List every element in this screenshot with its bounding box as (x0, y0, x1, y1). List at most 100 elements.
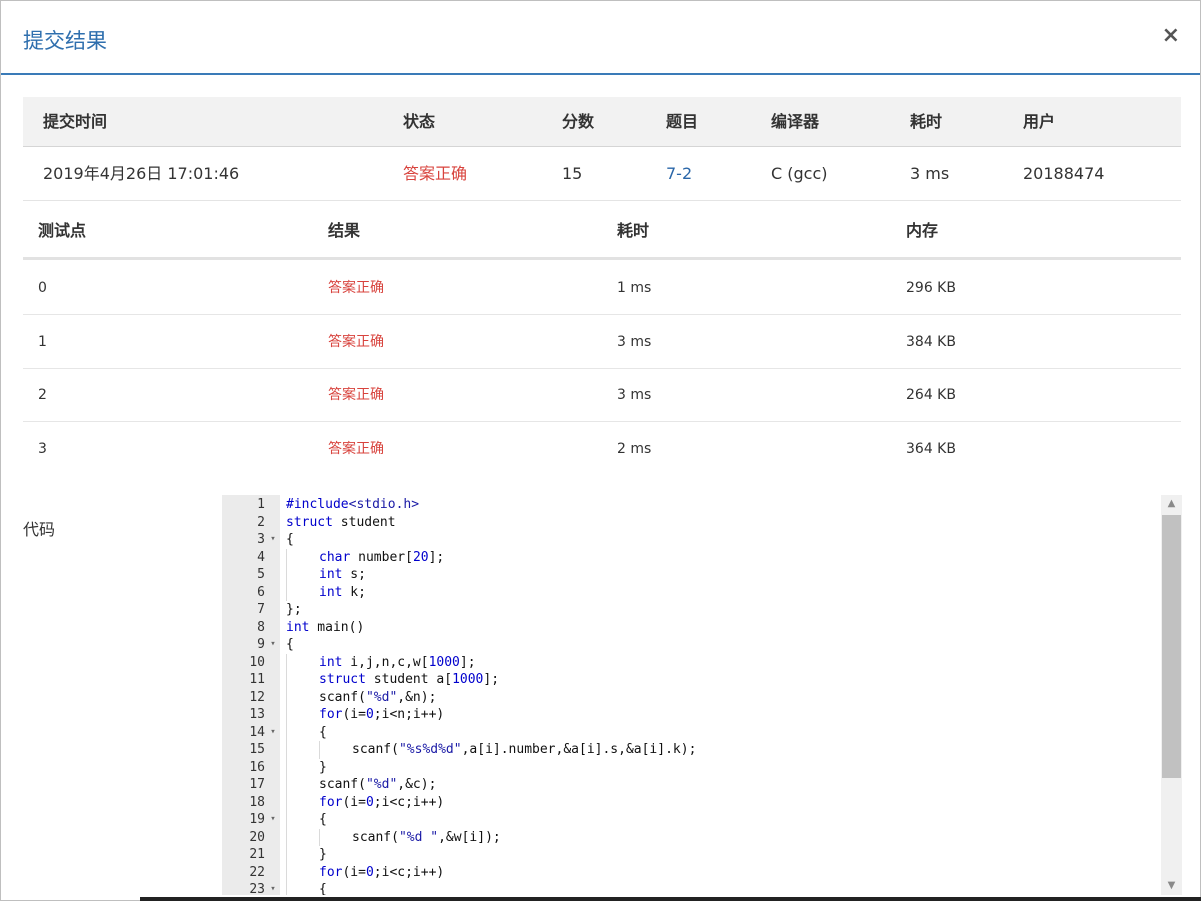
testcase-id: 2 (38, 387, 47, 403)
code-text: scanf("%d",&c); (286, 776, 436, 794)
header-user: 用户 (1023, 112, 1056, 131)
fold-arrow-icon[interactable]: ▾ (268, 811, 278, 829)
fold-arrow-icon[interactable]: ▾ (268, 531, 278, 549)
code-line: 8 int main() (222, 619, 1162, 637)
code-text: int main() (286, 619, 365, 635)
line-number: 2 (257, 514, 265, 530)
summary-data-row: 2019年4月26日 17:01:46 答案正确 15 7-2 C (gcc) … (23, 147, 1181, 201)
score-value: 15 (562, 164, 583, 183)
header-elapsed: 耗时 (910, 112, 943, 131)
code-line: 18 for(i=0;i<c;i++) (222, 793, 1162, 811)
line-number: 1 (257, 497, 265, 512)
code-text: #include<stdio.h> (286, 497, 420, 512)
header-memory: 内存 (906, 221, 939, 240)
code-line: 20 scanf("%d ",&w[i]); (222, 828, 1162, 846)
testcase-header-row: 测试点 结果 耗时 内存 (23, 202, 1181, 260)
line-number: 4 (257, 549, 265, 565)
testcase-id: 3 (38, 441, 47, 457)
line-number: 21 (249, 847, 265, 862)
code-text: } (286, 846, 327, 864)
code-text: scanf("%s%d%d",a[i].number,&a[i].s,&a[i]… (286, 741, 696, 759)
taskbar-edge (140, 897, 1201, 901)
status-text: 答案正确 (403, 164, 468, 183)
testcase-memory: 296 KB (906, 280, 956, 296)
dialog-title: 提交结果 (23, 29, 107, 53)
code-line: 19 ▾ { (222, 811, 1162, 829)
code-text: { (286, 723, 327, 741)
testcase-result: 答案正确 (328, 387, 384, 403)
testcase-result: 答案正确 (328, 441, 384, 457)
header-status: 状态 (403, 112, 436, 131)
code-text: struct student a[1000]; (286, 671, 499, 689)
testcase-result: 答案正确 (328, 334, 384, 350)
line-number: 15 (249, 742, 265, 757)
line-number: 23 (249, 882, 265, 895)
code-line: 3 ▾ { (222, 531, 1162, 549)
line-number: 22 (249, 864, 265, 880)
code-text: for(i=0;i<n;i++) (286, 706, 444, 724)
code-line: 22 for(i=0;i<c;i++) (222, 863, 1162, 881)
scroll-up-arrow-icon[interactable]: ▲ (1161, 495, 1182, 513)
testcase-memory: 264 KB (906, 387, 956, 403)
code-text: for(i=0;i<c;i++) (286, 863, 444, 881)
line-number: 6 (257, 584, 265, 600)
code-line: 16} (222, 758, 1162, 776)
scroll-down-arrow-icon[interactable]: ▼ (1161, 877, 1182, 895)
code-line: 23 ▾ { (222, 881, 1162, 895)
header-problem: 题目 (666, 112, 699, 131)
submission-result-dialog: 提交结果 × 提交时间 状态 分数 题目 编译器 耗时 用户 2019年4月26… (0, 0, 1201, 901)
user-value: 20188474 (1023, 164, 1105, 183)
testcase-id: 0 (38, 280, 47, 296)
testcase-result: 答案正确 (328, 280, 384, 296)
code-text: scanf("%d ",&w[i]); (286, 828, 501, 846)
line-number: 11 (249, 672, 265, 687)
fold-arrow-icon[interactable]: ▾ (268, 636, 278, 654)
line-number: 17 (249, 777, 265, 792)
code-text: struct student (286, 514, 396, 530)
problem-link[interactable]: 7-2 (666, 147, 692, 201)
line-number: 16 (249, 759, 265, 775)
submit-time: 2019年4月26日 17:01:46 (43, 164, 240, 183)
line-number: 12 (249, 689, 265, 705)
code-line: 21} (222, 846, 1162, 864)
header-score: 分数 (562, 112, 595, 131)
header-testcase: 测试点 (38, 221, 87, 240)
code-line: 11 struct student a[1000]; (222, 671, 1162, 689)
table-row: 1 答案正确 3 ms 384 KB (23, 315, 1181, 369)
code-text: char number[20]; (286, 548, 444, 566)
code-line: 2 struct student (222, 514, 1162, 532)
code-line: 17 scanf("%d",&c); (222, 776, 1162, 794)
line-number: 10 (249, 654, 265, 670)
code-text: scanf("%d",&n); (286, 688, 436, 706)
header-result: 结果 (328, 221, 361, 240)
testcase-memory: 384 KB (906, 334, 956, 350)
code-line: 1 #include<stdio.h> (222, 496, 1162, 514)
code-text: for(i=0;i<c;i++) (286, 793, 444, 811)
code-line: 9 ▾ { (222, 636, 1162, 654)
line-number: 7 (257, 602, 265, 617)
header-submit-time: 提交时间 (43, 112, 108, 131)
line-number: 8 (257, 619, 265, 635)
code-scrollbar[interactable]: ▲ ▼ (1161, 495, 1182, 895)
code-text: }; (286, 602, 302, 617)
code-text: { (286, 881, 327, 895)
summary-header-row: 提交时间 状态 分数 题目 编译器 耗时 用户 (23, 97, 1181, 147)
line-number: 14 (249, 724, 265, 740)
code-text: int i,j,n,c,w[1000]; (286, 653, 476, 671)
code-text: { (286, 637, 294, 652)
code-line: 6 int k; (222, 583, 1162, 601)
close-button[interactable]: × (1162, 25, 1180, 47)
header-time: 耗时 (617, 221, 650, 240)
fold-arrow-icon[interactable]: ▾ (268, 724, 278, 742)
code-editor[interactable]: 1 #include<stdio.h> 2 struct student 3 ▾{4 cha… (222, 495, 1182, 895)
scroll-thumb[interactable] (1162, 515, 1181, 778)
testcase-memory: 364 KB (906, 441, 956, 457)
testcase-time: 1 ms (617, 280, 652, 296)
code-text: int s; (286, 566, 366, 584)
code-label: 代码 (23, 520, 56, 539)
line-number: 9 (257, 637, 265, 652)
elapsed-value: 3 ms (910, 164, 950, 183)
fold-arrow-icon[interactable]: ▾ (268, 881, 278, 895)
table-row: 0 答案正确 1 ms 296 KB (23, 261, 1181, 315)
testcase-time: 3 ms (617, 387, 652, 403)
